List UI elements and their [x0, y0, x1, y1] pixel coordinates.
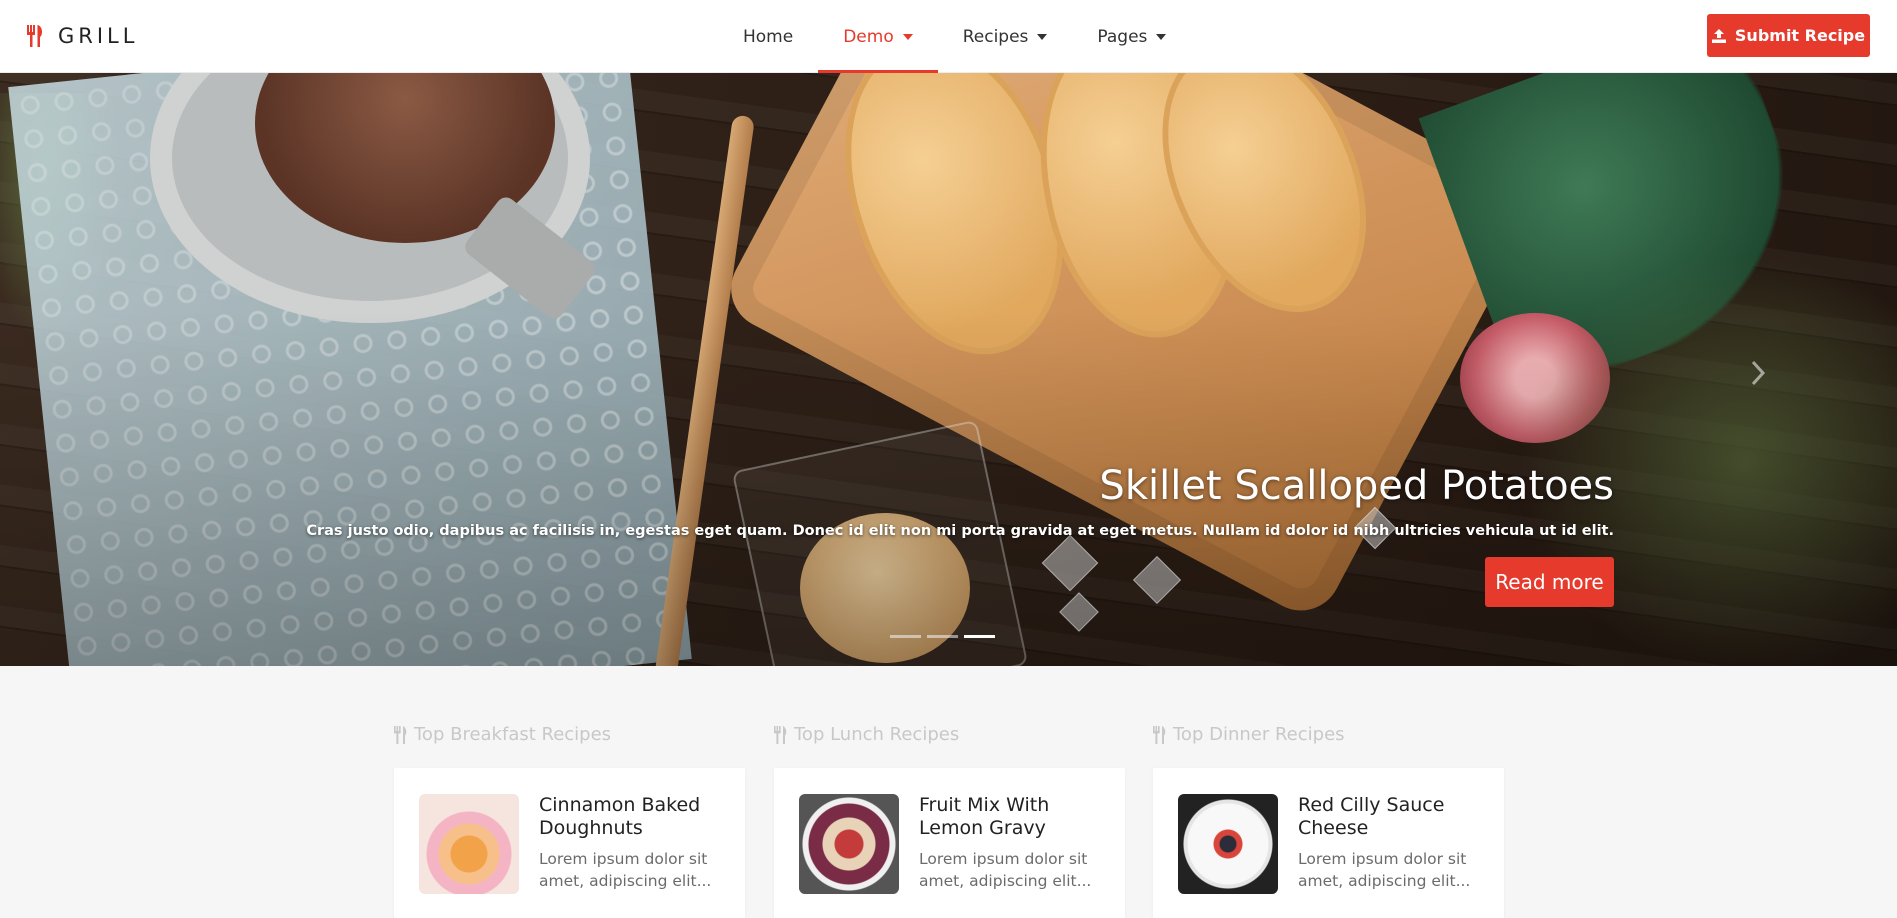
submit-recipe-button[interactable]: Submit Recipe [1707, 14, 1870, 57]
fruit-bowl-thumbnail [799, 794, 899, 894]
slide-text: Cras justo odio, dapibus ac facilisis in… [306, 523, 1614, 539]
nav-item-home[interactable]: Home [718, 0, 818, 73]
navbar: GRILL Home Demo Recipes Pages Submit Rec… [0, 0, 1897, 73]
utensils-icon [774, 725, 787, 744]
upload-icon [1711, 28, 1726, 43]
nav-item-label: Demo [843, 26, 894, 47]
column-heading: Top Lunch Recipes [774, 724, 959, 745]
carousel-indicator[interactable] [964, 635, 995, 638]
caret-down-icon [1156, 33, 1167, 40]
recipe-excerpt: Lorem ipsum dolor sit amet, adipiscing e… [539, 850, 712, 890]
recipe-title: Fruit Mix With Lemon Gravy [919, 794, 1050, 839]
brand-name: GRILL [58, 24, 139, 48]
submit-recipe-label: Submit Recipe [1734, 26, 1866, 45]
column-heading-text: Top Dinner Recipes [1173, 724, 1345, 745]
utensils-icon [394, 725, 407, 744]
column-heading-text: Top Breakfast Recipes [414, 724, 612, 745]
column-heading: Top Dinner Recipes [1153, 724, 1345, 745]
recipe-excerpt: Lorem ipsum dolor sit amet, adipiscing e… [919, 850, 1092, 890]
nav-item-label: Home [743, 26, 794, 47]
carousel-indicator[interactable] [890, 635, 921, 638]
nav-item-pages[interactable]: Pages [1072, 0, 1191, 73]
carousel-indicators [890, 635, 995, 638]
recipe-card[interactable]: Cinnamon Baked Doughnuts Lorem ipsum dol… [394, 768, 745, 918]
main-nav: Home Demo Recipes Pages [718, 0, 1191, 73]
brand-logo[interactable]: GRILL [26, 24, 138, 48]
chevron-right-icon[interactable] [1749, 358, 1769, 388]
utensils-icon [1153, 725, 1166, 744]
carousel-indicator[interactable] [927, 635, 958, 638]
caret-down-icon [902, 33, 913, 40]
recipe-excerpt: Lorem ipsum dolor sit amet, adipiscing e… [1298, 850, 1471, 890]
utensils-icon [27, 25, 43, 47]
doughnut-thumbnail [419, 794, 519, 894]
slide-title: Skillet Scalloped Potatoes [1099, 463, 1614, 509]
recipe-card[interactable]: Red Cilly Sauce Cheese Lorem ipsum dolor… [1153, 768, 1504, 918]
nav-item-demo[interactable]: Demo [818, 0, 938, 73]
nav-item-label: Recipes [962, 26, 1029, 47]
cheese-dish-thumbnail [1178, 794, 1278, 894]
top-recipes-section: Top Breakfast Recipes Cinnamon Baked Dou… [0, 666, 1897, 918]
nav-item-label: Pages [1097, 26, 1148, 47]
hero-carousel: Skillet Scalloped Potatoes Cras justo od… [0, 73, 1897, 666]
slide-caption: Skillet Scalloped Potatoes Cras justo od… [306, 463, 1614, 607]
recipe-card[interactable]: Fruit Mix With Lemon Gravy Lorem ipsum d… [774, 768, 1125, 918]
recipe-title: Cinnamon Baked Doughnuts [539, 794, 701, 839]
recipe-title: Red Cilly Sauce Cheese [1298, 794, 1445, 839]
read-more-button[interactable]: Read more [1485, 557, 1614, 607]
column-heading: Top Breakfast Recipes [394, 724, 611, 745]
column-heading-text: Top Lunch Recipes [794, 724, 960, 745]
nav-item-recipes[interactable]: Recipes [938, 0, 1073, 73]
caret-down-icon [1037, 33, 1048, 40]
